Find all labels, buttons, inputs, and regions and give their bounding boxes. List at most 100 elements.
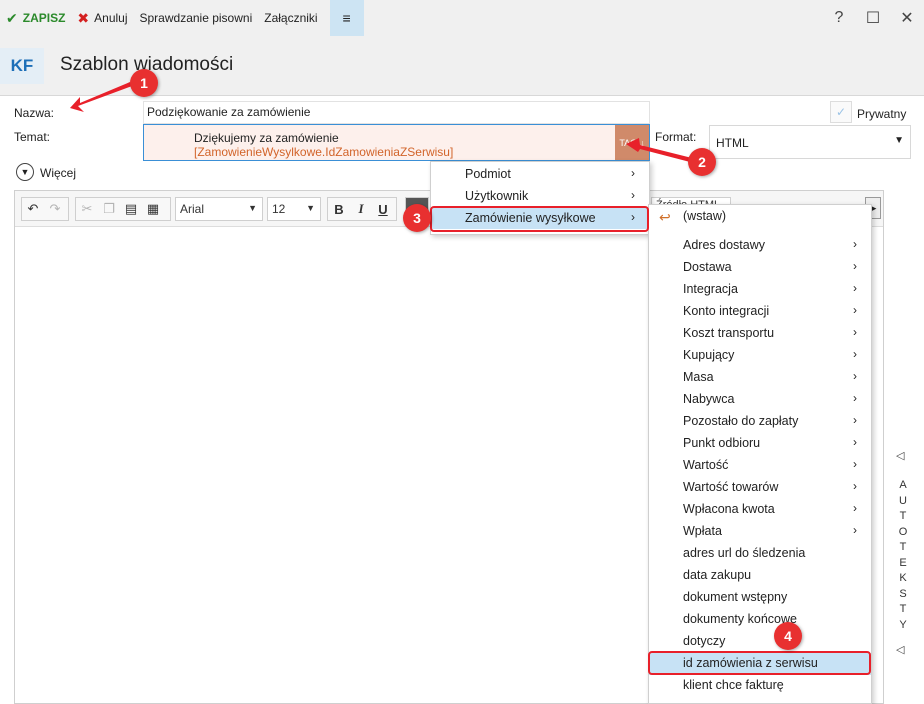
subject-text: Dziękujemy za zamówienie (194, 131, 339, 145)
autoteksty-letter: T (899, 541, 907, 553)
italic-button[interactable]: I (350, 201, 372, 217)
menu-item-label: Dostawa (683, 260, 732, 274)
format-select[interactable]: HTML ▼ (709, 125, 911, 159)
menu-item-label: Wartość (683, 458, 729, 472)
menu-item[interactable]: Wartość towarów › (649, 477, 871, 499)
underline-button[interactable]: U (372, 202, 394, 217)
menu-item-label: Wartość towarów (683, 480, 779, 494)
autoteksty-letter: T (899, 603, 907, 615)
attachments-button[interactable]: Załączniki (258, 0, 323, 36)
top-toolbar: ✔ ZAPISZ ✖ Anuluj Sprawdzanie pisowni Za… (0, 0, 924, 36)
save-button[interactable]: ✔ ZAPISZ (0, 0, 71, 36)
cancel-button[interactable]: ✖ Anuluj (71, 0, 133, 36)
subject-field[interactable]: Dziękujemy za zamówienie [ZamowienieWysy… (143, 124, 650, 161)
close-x-icon: ✖ (77, 9, 90, 26)
font-size-select[interactable]: 12 ▼ (267, 197, 321, 221)
autoteksty-letter: K (899, 572, 907, 584)
collapse-left-icon[interactable]: ◁ (896, 643, 904, 656)
menu-item[interactable]: dokumenty końcowe (649, 609, 871, 631)
chevron-right-icon: › (631, 166, 635, 180)
menu-item-label: Koszt transportu (683, 326, 775, 340)
menu-item[interactable]: Pozostało do zapłaty › (649, 411, 871, 433)
menu-item[interactable]: Wpłata › (649, 521, 871, 543)
paste-icon[interactable]: ▤ (120, 201, 142, 217)
chevron-right-icon: › (853, 237, 857, 251)
private-checkbox[interactable]: ✓ (830, 101, 852, 123)
help-icon[interactable]: ? (822, 9, 856, 27)
menu-item[interactable]: Integracja › (649, 279, 871, 301)
hamburger-menu-icon[interactable]: ≡ (329, 0, 364, 36)
more-toggle[interactable]: Więcej (40, 166, 76, 180)
redo-icon[interactable]: ↷ (44, 201, 66, 217)
menu-item[interactable]: data zakupu (649, 565, 871, 587)
menu-item[interactable]: klient chce fakturę (649, 675, 871, 697)
menu-item[interactable]: Wartość › (649, 455, 871, 477)
menu-item-label: Pozostało do zapłaty (683, 414, 799, 428)
chevron-right-icon: › (853, 259, 857, 273)
autoteksty-letter: A (899, 479, 907, 491)
tag-submenu: ↩ (wstaw) Adres dostawy › Dostawa › Integracja… (648, 204, 872, 704)
menu-item[interactable]: Masa › (649, 367, 871, 389)
chevron-right-icon: › (853, 413, 857, 427)
menu-item[interactable]: Konto integracji › (649, 301, 871, 323)
menu-item[interactable]: dokument wstępny (649, 587, 871, 609)
cut-icon[interactable]: ✂ (76, 201, 98, 217)
menu-item[interactable]: Wpłacona kwota › (649, 499, 871, 521)
tag-dropdown-icon: ↓ (640, 137, 645, 148)
annotation-box-4 (648, 651, 871, 675)
chevron-down-icon: ▼ (306, 203, 315, 213)
annotation-box-3 (430, 206, 649, 232)
chevron-down-icon: ▼ (248, 203, 257, 213)
spellcheck-button[interactable]: Sprawdzanie pisowni (134, 0, 259, 36)
format-label: Format: (655, 130, 697, 144)
tag-label: TAG (619, 137, 638, 148)
autoteksty-letter: T (899, 510, 907, 522)
menu-item-label: data zakupu (683, 568, 752, 582)
menu-item-label: Wpłacona kwota (683, 502, 775, 516)
cancel-label: Anuluj (94, 11, 128, 25)
menu-item[interactable]: Koszt transportu › (649, 323, 871, 345)
menu-item[interactable]: dotyczy (649, 631, 871, 653)
menu-item-label: klient chce fakturę (683, 678, 784, 692)
tag-button[interactable]: TAG ↓ (615, 125, 649, 160)
menu-item[interactable]: Punkt odbioru › (649, 433, 871, 455)
expand-more-icon[interactable]: ▼ (16, 163, 34, 181)
menu-item[interactable]: Dostawa › (649, 257, 871, 279)
menu-item-label: Masa (683, 370, 714, 384)
menu-item-label: Użytkownik (465, 189, 529, 203)
chevron-right-icon: › (631, 188, 635, 202)
menu-item[interactable]: Podmiot › (431, 163, 649, 185)
menu-item-label: Adres dostawy (683, 238, 765, 252)
bold-button[interactable]: B (328, 202, 350, 217)
menu-item[interactable]: adres url do śledzenia (649, 543, 871, 565)
name-field[interactable]: Podziękowanie za zamówienie (143, 101, 650, 124)
menu-item-label: Kupujący (683, 348, 735, 362)
menu-item-label: Konto integracji (683, 304, 770, 318)
menu-item[interactable]: Kupujący › (649, 345, 871, 367)
text-style-group: B I U (327, 197, 397, 221)
chevron-right-icon: › (853, 501, 857, 515)
autoteksty-panel-tab[interactable]: AUTOTEKSTY (896, 478, 910, 633)
copy-icon[interactable]: ❐ (98, 201, 120, 217)
autoteksty-letter: S (899, 587, 907, 600)
subject-label: Temat: (14, 130, 51, 144)
maximize-icon[interactable]: ☐ (856, 8, 890, 28)
menu-item[interactable]: Użytkownik › (431, 185, 649, 207)
menu-item-label: adres url do śledzenia (683, 546, 806, 560)
chevron-right-icon: › (853, 325, 857, 339)
insert-menu-item[interactable]: ↩ (wstaw) (649, 206, 871, 228)
menu-item[interactable]: Adres dostawy › (649, 235, 871, 257)
chevron-right-icon: › (853, 457, 857, 471)
chevron-right-icon: › (853, 479, 857, 493)
autoteksty-letter: U (899, 494, 907, 507)
window-close-icon[interactable]: ✕ (890, 8, 924, 28)
autoteksty-letter: E (899, 556, 907, 569)
chevron-right-icon: › (853, 281, 857, 295)
menu-item[interactable]: Nabywca › (649, 389, 871, 411)
chevron-right-icon: › (853, 435, 857, 449)
insert-arrow-icon: ↩ (659, 209, 671, 225)
undo-icon[interactable]: ↶ (22, 201, 44, 217)
paste-special-icon[interactable]: ▦ (142, 201, 164, 217)
font-family-select[interactable]: Arial ▼ (175, 197, 263, 221)
collapse-left-icon[interactable]: ◁ (896, 449, 904, 462)
